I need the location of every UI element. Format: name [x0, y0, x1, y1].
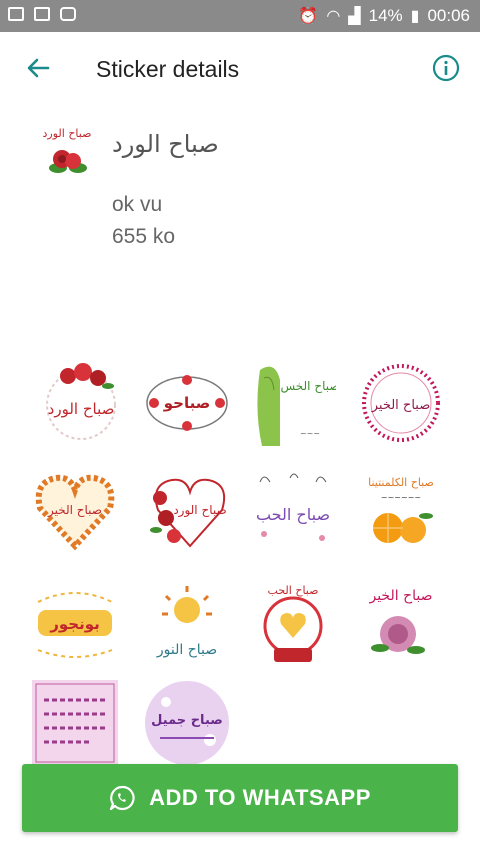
sticker-item[interactable]: صباح الورد: [144, 468, 230, 554]
svg-text:~~~~~~: ~~~~~~: [381, 493, 421, 502]
pack-author: ok vu: [112, 193, 163, 216]
sticker-item[interactable]: صباح الخير: [358, 360, 444, 446]
wifi-icon: ◠: [326, 8, 341, 25]
svg-text:~~~: ~~~: [300, 429, 320, 438]
status-bar: ⏰ ◠ ▟ 14% ▮ 00:06: [0, 0, 480, 32]
page-title: Sticker details: [96, 56, 240, 82]
sticker-label: صباح الحب: [256, 505, 330, 525]
sticker-item[interactable]: بونجور: [32, 580, 118, 666]
pack-tray-icon: صباح الورد: [43, 127, 92, 173]
back-arrow-icon[interactable]: [22, 52, 54, 84]
sticker-label: صباح الورد: [48, 400, 115, 418]
sticker-label: صباح الخير: [368, 588, 432, 604]
battery-percent: 14%: [368, 6, 403, 25]
sticker-item[interactable]: [32, 680, 118, 766]
sticker-grid: صباح الورد صباحو صباح الخس ~~~ صباح الخي…: [28, 356, 458, 766]
app-bar: Sticker details: [0, 32, 480, 108]
sticker-item[interactable]: صباحو: [144, 360, 230, 446]
pack-name: صباح الورد: [112, 130, 219, 158]
info-icon[interactable]: [432, 54, 460, 82]
clock: 00:06: [427, 6, 470, 25]
add-to-whatsapp-label: ADD TO WHATSAPP: [149, 785, 371, 810]
battery-icon: ▮: [410, 8, 420, 25]
sticker-item[interactable]: صباح الخير: [358, 580, 444, 666]
sticker-label: صباح النور: [156, 642, 217, 658]
image-icon: [34, 7, 50, 21]
svg-text:صباح الورد: صباح الورد: [43, 127, 92, 140]
sticker-label: صباح الورد: [173, 503, 226, 518]
sticker-item[interactable]: صباح النور: [144, 580, 230, 666]
sticker-label: صباح الحب: [268, 584, 319, 597]
sticker-label: صباح الخس: [280, 379, 336, 394]
sticker-label: بونجور: [49, 615, 100, 633]
sticker-label: صباح الخير: [47, 503, 102, 518]
screen-icon: [8, 7, 24, 21]
signal-icon: ▟: [348, 8, 361, 25]
sticker-item[interactable]: صباح الورد: [38, 360, 124, 446]
sticker-label: صباح جميل: [151, 713, 223, 728]
add-to-whatsapp-button[interactable]: ADD TO WHATSAPP: [22, 764, 458, 832]
notification-icons: [8, 7, 76, 21]
alarm-icon: ⏰: [298, 8, 319, 25]
sticker-item[interactable]: صباح الكلمنتينا ~~~~~~: [358, 468, 444, 554]
pack-size: 655 ko: [112, 225, 176, 248]
sticker-item[interactable]: صباح الخس ~~~: [250, 360, 336, 446]
whatsapp-icon: [109, 785, 135, 811]
sticker-item[interactable]: صباح جميل: [144, 680, 230, 766]
sticker-label: صباح الخير: [371, 398, 431, 413]
sticker-item[interactable]: صباح الخير: [32, 468, 118, 554]
sticker-item[interactable]: صباح الحب: [250, 468, 336, 554]
sticker-label: صباح الكلمنتينا: [368, 476, 434, 489]
instagram-icon: [60, 7, 76, 21]
system-icons: ⏰ ◠ ▟ 14% ▮ 00:06: [298, 6, 470, 26]
sticker-label: صباحو: [163, 394, 210, 412]
sticker-item[interactable]: صباح الحب: [250, 580, 336, 666]
